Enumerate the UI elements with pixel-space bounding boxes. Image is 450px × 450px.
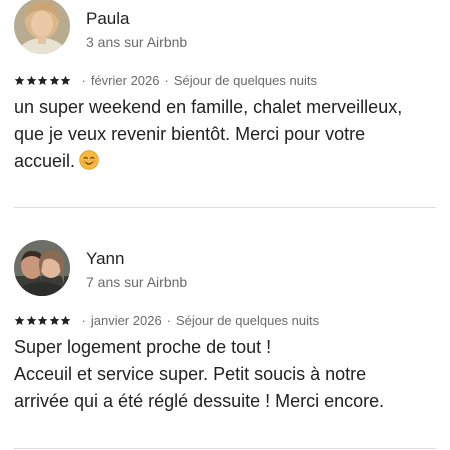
review-text: Super logement proche de tout ! Acceuil … (14, 334, 444, 415)
review-text: un super weekend en famille, chalet merv… (14, 94, 444, 175)
star-rating (14, 75, 72, 86)
review-date: janvier 2026 (90, 312, 162, 328)
star-icon (60, 315, 71, 325)
review-line: accueil. (14, 151, 76, 171)
star-rating (14, 315, 72, 326)
member-since: 7 ans sur Airbnb (86, 274, 188, 290)
star-icon (26, 75, 36, 85)
stay-type: Séjour de quelques nuits (173, 72, 317, 88)
review-line: que je veux revenir bientôt. Merci pour … (14, 124, 366, 144)
star-icon (26, 315, 36, 325)
separator-dot: · (81, 312, 86, 328)
review-date: février 2026 (90, 72, 160, 88)
divider (14, 448, 436, 449)
star-icon (14, 75, 25, 85)
star-icon (60, 75, 71, 85)
reviewer-name[interactable]: Paula (86, 9, 129, 29)
review-line: Super logement proche de tout ! (14, 337, 272, 357)
avatar[interactable] (14, 240, 70, 296)
divider (14, 207, 436, 208)
reviewer-name[interactable]: Yann (86, 249, 124, 269)
review-line: arrivée qui a été réglé dessuite ! Merci… (14, 391, 385, 411)
member-since: 3 ans sur Airbnb (86, 34, 188, 50)
avatar[interactable] (14, 0, 70, 54)
stay-type: Séjour de quelques nuits (176, 312, 320, 328)
review-line: Acceuil et service super. Petit soucis à… (14, 364, 367, 384)
review-meta: · janvier 2026 · Séjour de quelques nuit… (14, 312, 319, 328)
star-icon (37, 315, 48, 325)
review-line-with-emoji: accueil. (14, 148, 444, 175)
star-icon (14, 315, 25, 325)
star-icon (49, 75, 59, 85)
star-icon (37, 75, 48, 85)
star-icon (49, 315, 59, 325)
avatar-photo (14, 240, 70, 296)
separator-dot: · (81, 72, 86, 88)
separator-dot: · (166, 312, 172, 328)
avatar-photo (14, 0, 70, 54)
smiling-face-icon (79, 150, 99, 170)
separator-dot: · (164, 72, 169, 88)
review-line: un super weekend en famille, chalet merv… (14, 97, 403, 117)
review-meta: · février 2026 · Séjour de quelques nuit… (14, 72, 317, 88)
